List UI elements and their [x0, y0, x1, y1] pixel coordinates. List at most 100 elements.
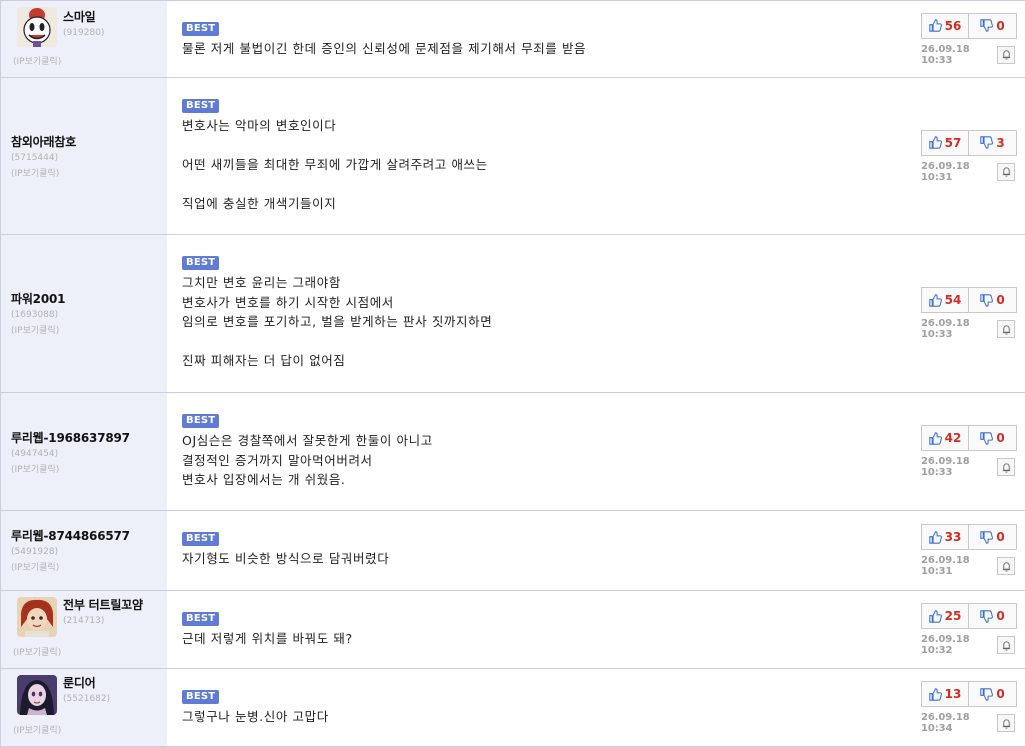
ip-view-link[interactable]: (IP보기클릭) [11, 323, 65, 336]
downvote-button[interactable]: 0 [969, 681, 1017, 707]
thumbs-up-icon [928, 609, 942, 623]
upvote-count: 42 [944, 431, 962, 445]
author-id: (4947454) [11, 449, 59, 459]
upvote-count: 33 [944, 530, 962, 544]
author-id: (1693088) [11, 310, 59, 320]
thumbs-up-icon [928, 431, 942, 445]
best-badge: BEST [182, 256, 220, 270]
bell-icon [1002, 167, 1010, 177]
comment-body: BEST 물론 저게 불법이긴 한데 증인의 신뢰성에 문제점을 제기해서 무죄… [167, 1, 921, 77]
comment-actions: 42 0 26.09.18 10:33 [921, 393, 1025, 510]
upvote-button[interactable]: 57 [921, 129, 969, 156]
comment-author: 루리웹-8744866577 (5491928) (IP보기클릭) [1, 511, 167, 590]
comment-row: 참외아래참호 (5715444) (IP보기클릭) BEST 변호사는 악마의 … [1, 78, 1025, 235]
author-nickname[interactable]: 전부 터트릴꼬얌 [63, 596, 143, 613]
comment-date: 26.09.18 10:33 [921, 43, 970, 66]
report-button[interactable] [997, 557, 1015, 575]
report-button[interactable] [997, 45, 1015, 64]
ip-view-link[interactable]: (IP보기클릭) [13, 645, 61, 658]
downvote-button[interactable]: 0 [969, 425, 1017, 451]
ip-view-link[interactable]: (IP보기클릭) [13, 723, 61, 736]
comment-author: 스마일 (919280) (IP보기클릭) [1, 1, 167, 77]
avatar[interactable] [17, 597, 57, 637]
downvote-button[interactable]: 3 [969, 129, 1017, 156]
best-badge: BEST [182, 612, 220, 626]
comment-actions: 25 0 26.09.18 10:32 [921, 591, 1025, 668]
downvote-count: 0 [996, 687, 1005, 701]
downvote-count: 0 [996, 609, 1005, 623]
comment-text: 자기형도 비슷한 방식으로 담궈버렸다 [182, 551, 390, 566]
comment-date: 26.09.18 10:33 [921, 318, 970, 340]
thumbs-down-icon [980, 687, 994, 701]
ip-view-link[interactable]: (IP보기클릭) [13, 54, 61, 67]
bell-icon [1002, 324, 1010, 335]
comment-body: BEST 그치만 변호 윤리는 그래야함 변호사가 변호를 하기 시작한 시점에… [167, 235, 921, 392]
avatar[interactable] [17, 7, 57, 47]
comment-actions: 56 0 26.09.18 10:33 [921, 1, 1025, 77]
comment-row: 파워2001 (1693088) (IP보기클릭) BEST 그치만 변호 윤리… [1, 235, 1025, 393]
comment-list: 스마일 (919280) (IP보기클릭) BEST 물론 저게 불법이긴 한데… [0, 0, 1025, 747]
downvote-button[interactable]: 0 [969, 287, 1017, 313]
downvote-button[interactable]: 0 [969, 12, 1017, 39]
best-badge: BEST [182, 690, 220, 704]
report-button[interactable] [997, 162, 1015, 181]
report-button[interactable] [997, 636, 1015, 654]
downvote-button[interactable]: 0 [969, 603, 1017, 629]
comment-body: BEST OJ심슨은 경찰쪽에서 잘못한게 한둘이 아니고 결정적인 증거까지 … [167, 393, 921, 510]
comment-text: 변호사는 악마의 변호인이다 어떤 새끼들을 최대한 무죄에 가깝게 살려주려고… [182, 118, 488, 212]
avatar[interactable] [17, 675, 57, 715]
upvote-button[interactable]: 33 [921, 524, 969, 550]
comment-body: BEST 자기형도 비슷한 방식으로 담궈버렸다 [167, 511, 921, 590]
author-nickname[interactable]: 룬디어 [63, 674, 110, 691]
upvote-count: 13 [944, 687, 962, 701]
downvote-count: 0 [996, 530, 1005, 544]
downvote-button[interactable]: 0 [969, 524, 1017, 550]
ip-view-link[interactable]: (IP보기클릭) [11, 462, 130, 475]
author-nickname[interactable]: 스마일 [63, 8, 104, 25]
upvote-count: 56 [944, 18, 962, 33]
thumbs-up-icon [928, 19, 942, 32]
comment-text: 물론 저게 불법이긴 한데 증인의 신뢰성에 문제점을 제기해서 무죄를 받음 [182, 41, 587, 56]
ip-view-link[interactable]: (IP보기클릭) [11, 560, 130, 573]
report-button[interactable] [997, 714, 1015, 732]
thumbs-down-icon [980, 293, 994, 307]
best-badge: BEST [182, 99, 220, 113]
comment-row: 루리웹-1968637897 (4947454) (IP보기클릭) BEST O… [1, 393, 1025, 511]
bell-icon [1002, 50, 1010, 60]
comment-text: 그렇구나 눈병.신아 고맙다 [182, 709, 329, 724]
comment-row: 전부 터트릴꼬얌 (214713) (IP보기클릭) BEST 근데 저렇게 위… [1, 591, 1025, 669]
comment-actions: 13 0 26.09.18 10:34 [921, 669, 1025, 746]
comment-text: OJ심슨은 경찰쪽에서 잘못한게 한둘이 아니고 결정적인 증거까지 말아먹어버… [182, 433, 433, 488]
upvote-button[interactable]: 25 [921, 603, 969, 629]
thumbs-down-icon [980, 530, 994, 544]
comment-actions: 33 0 26.09.18 10:31 [921, 511, 1025, 590]
comment-text: 그치만 변호 윤리는 그래야함 변호사가 변호를 하기 시작한 시점에서 임의로… [182, 275, 493, 369]
upvote-button[interactable]: 42 [921, 425, 969, 451]
comment-author: 파워2001 (1693088) (IP보기클릭) [1, 235, 167, 392]
comment-text: 근데 저렇게 위치를 바꿔도 돼? [182, 631, 353, 646]
author-nickname[interactable]: 참외아래참호 [11, 133, 76, 150]
ip-view-link[interactable]: (IP보기클릭) [11, 166, 76, 179]
author-id: (214713) [63, 616, 105, 626]
comment-author: 전부 터트릴꼬얌 (214713) (IP보기클릭) [1, 591, 167, 668]
author-nickname[interactable]: 루리웹-8744866577 [11, 527, 130, 544]
comment-date: 26.09.18 10:32 [921, 634, 970, 656]
thumbs-down-icon [980, 431, 994, 445]
comment-row: 루리웹-8744866577 (5491928) (IP보기클릭) BEST 자… [1, 511, 1025, 591]
upvote-count: 54 [944, 293, 962, 307]
upvote-button[interactable]: 56 [921, 12, 969, 39]
report-button[interactable] [997, 458, 1015, 476]
comment-actions: 54 0 26.09.18 10:33 [921, 235, 1025, 392]
downvote-count: 0 [996, 293, 1005, 307]
upvote-button[interactable]: 13 [921, 681, 969, 707]
comment-actions: 57 3 26.09.18 10:31 [921, 78, 1025, 234]
report-button[interactable] [997, 320, 1015, 338]
comment-date: 26.09.18 10:31 [921, 555, 970, 577]
upvote-button[interactable]: 54 [921, 287, 969, 313]
author-nickname[interactable]: 루리웹-1968637897 [11, 429, 130, 446]
comment-date: 26.09.18 10:31 [921, 160, 970, 183]
author-nickname[interactable]: 파워2001 [11, 290, 65, 307]
best-badge: BEST [182, 532, 220, 546]
thumbs-up-icon [928, 136, 942, 149]
bell-icon [1002, 718, 1010, 729]
